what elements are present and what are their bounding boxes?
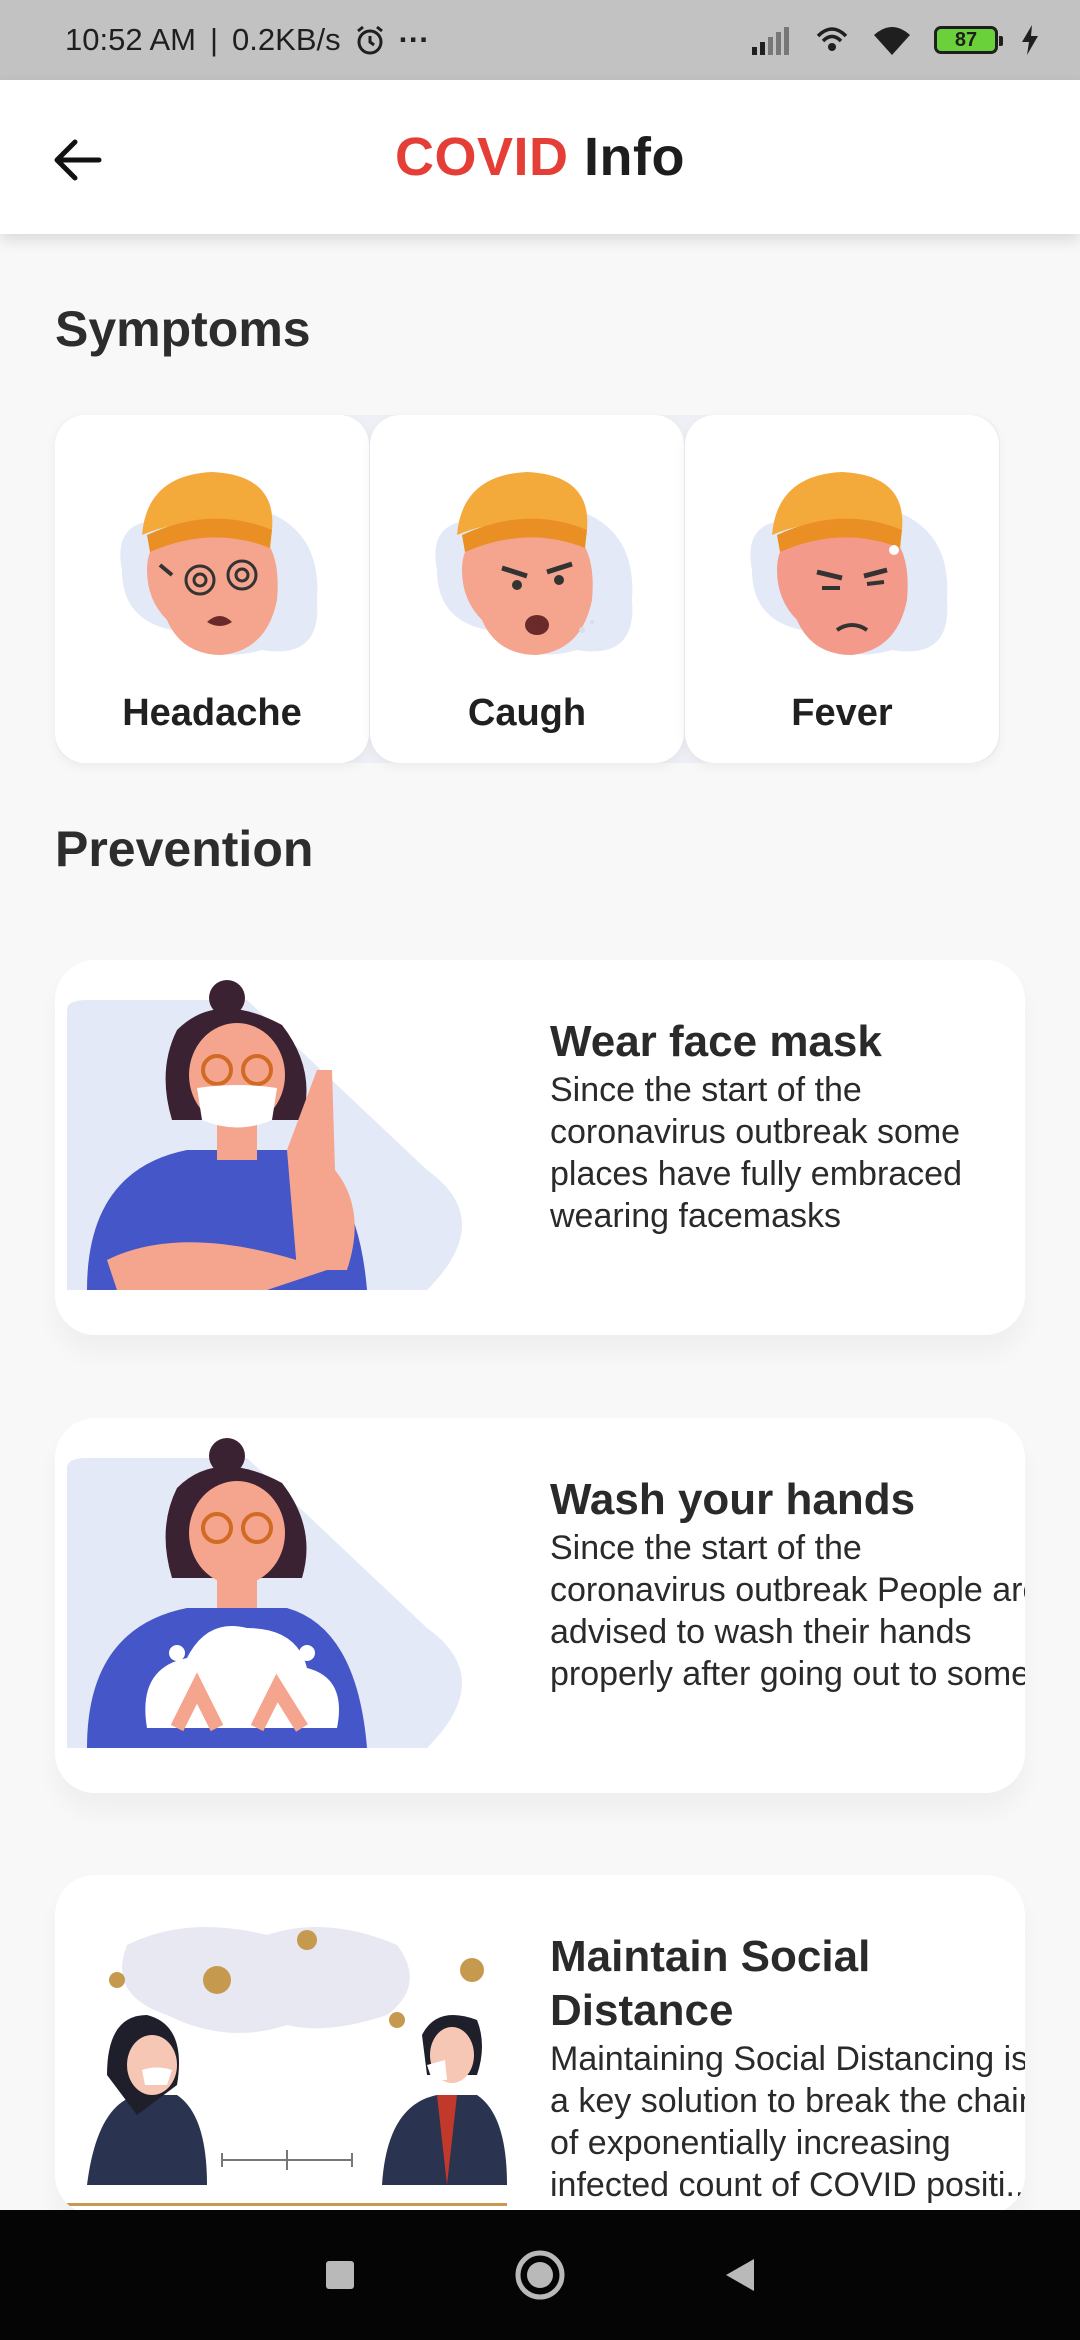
battery-level: 87 (954, 28, 978, 51)
wifi-icon (874, 27, 910, 55)
system-nav-bar (0, 2210, 1080, 2340)
symptom-label: Caugh (467, 692, 587, 734)
prevention-text: Maintain Social Distance Maintaining Soc… (550, 1930, 1025, 2206)
home-button[interactable] (510, 2245, 570, 2305)
prevention-title: Distance (550, 1986, 734, 2035)
cough-face-icon (435, 472, 633, 655)
prevention-desc-line: Since the start of the (550, 1529, 862, 1567)
prevention-title: Wear face mask (550, 1017, 882, 1066)
status-speed: 0.2KB/s (232, 22, 341, 57)
battery-icon: 87 (934, 26, 1003, 54)
headache-face-icon (120, 472, 318, 655)
back-button[interactable] (40, 122, 116, 198)
status-divider: | (209, 22, 219, 57)
prevention-text: Wear face mask Since the start of the co… (550, 1015, 1025, 1237)
prevention-desc-line: coronavirus outbreak People are (550, 1571, 1025, 1609)
prevention-desc-line: properly after going out to some (550, 1655, 1025, 1693)
arrow-left-icon (54, 139, 102, 181)
face-mask-illustration (67, 980, 462, 1290)
charging-icon (1022, 25, 1038, 55)
prevention-title: Maintain Social (550, 1932, 871, 1981)
signal-icon (752, 27, 789, 55)
prevention-desc-line: places have fully embraced (550, 1155, 963, 1193)
symptom-card-headache[interactable]: Headache (55, 415, 369, 763)
app-bar: COVID Info (0, 80, 1080, 234)
symptoms-list: Headache Caugh Fever (55, 415, 1000, 763)
prevention-card-social-distance[interactable]: Maintain Social Distance Maintaining Soc… (55, 1875, 1025, 2215)
prevention-heading: Prevention (55, 821, 314, 877)
status-more: ··· (398, 22, 430, 57)
symptom-label: Headache (122, 692, 302, 734)
alarm-icon (356, 25, 383, 55)
prevention-card-mask[interactable]: Wear face mask Since the start of the co… (55, 960, 1025, 1335)
prevention-desc-line: a key solution to break the chain (550, 2082, 1025, 2120)
prevention-desc-line: Maintaining Social Distancing is (550, 2040, 1025, 2078)
status-time: 10:52 AM (65, 22, 196, 57)
prevention-title: Wash your hands (550, 1475, 916, 1524)
back-nav-button[interactable] (720, 2255, 760, 2295)
prevention-desc-line: Since the start of the (550, 1071, 862, 1109)
symptom-label: Fever (791, 692, 893, 734)
symptoms-heading: Symptoms (55, 301, 311, 357)
recent-apps-button[interactable] (320, 2255, 360, 2295)
hotspot-icon (816, 27, 848, 51)
prevention-card-wash-hands[interactable]: Wash your hands Since the start of the c… (55, 1418, 1025, 1793)
prevention-desc-line: advised to wash their hands (550, 1613, 972, 1651)
prevention-text: Wash your hands Since the start of the c… (550, 1473, 1025, 1695)
wash-hands-illustration (67, 1438, 462, 1748)
status-bar: 10:52 AM | 0.2KB/s ··· 87 (0, 0, 1080, 80)
social-distance-illustration (67, 1927, 507, 2206)
prevention-desc-line: coronavirus outbreak some (550, 1113, 961, 1151)
title-accent: COVID (394, 127, 569, 187)
page-title: COVID Info (395, 126, 685, 188)
fever-face-icon (750, 472, 948, 655)
prevention-desc-line: of exponentially increasing (550, 2124, 951, 2162)
prevention-desc-line: wearing facemasks (550, 1197, 842, 1235)
symptom-card-cough[interactable]: Caugh (370, 415, 684, 763)
symptom-card-fever[interactable]: Fever (685, 415, 999, 763)
prevention-desc-line: infected count of COVID positi... (550, 2166, 1025, 2204)
title-rest: Info (584, 127, 685, 187)
